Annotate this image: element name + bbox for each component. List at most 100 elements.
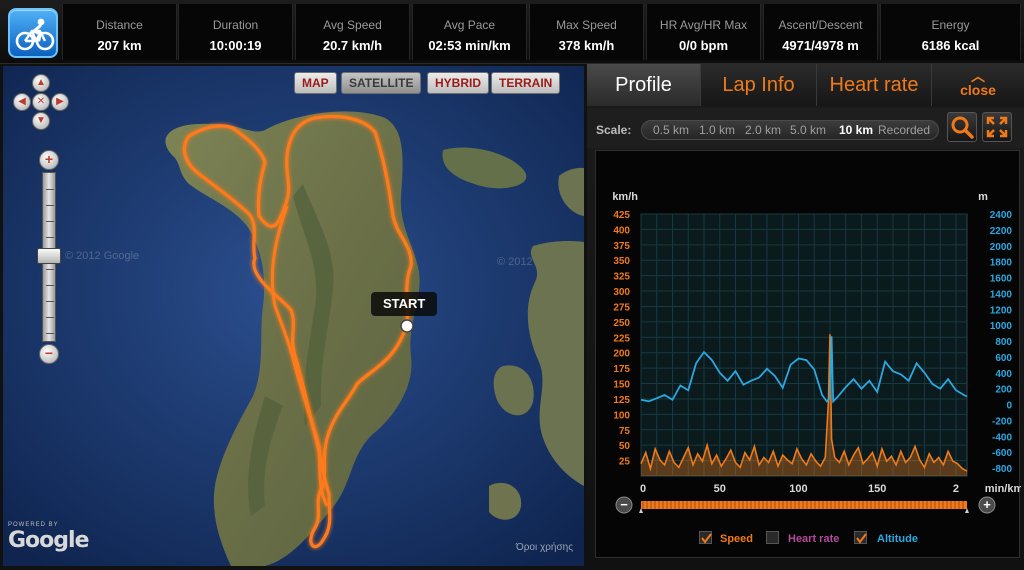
scale-option-recorded[interactable]: Recorded: [878, 123, 930, 137]
left-tick-label: 25: [619, 457, 631, 468]
pan-up-button[interactable]: ▲: [32, 74, 50, 92]
plus-icon: +: [983, 497, 991, 512]
scale-option-1km[interactable]: 1.0 km: [699, 123, 735, 137]
plot-area: [640, 213, 968, 477]
satellite-map-image: [3, 66, 584, 566]
stat-label: Distance: [96, 18, 143, 32]
left-tick-label: 250: [613, 318, 630, 329]
stat-label: Duration: [212, 18, 259, 32]
x-tick-label: 2: [953, 483, 959, 495]
left-tick-label: 100: [613, 410, 630, 421]
start-marker-label: START: [371, 292, 438, 316]
right-tick-label: 200: [995, 385, 1012, 396]
left-tick-label: 225: [613, 333, 630, 344]
left-tick-label: 50: [619, 441, 631, 452]
right-tick-label: -800: [992, 464, 1012, 475]
map-type-satellite-button[interactable]: SATELLITE: [341, 72, 422, 94]
tab-heart-rate[interactable]: Heart rate: [817, 64, 932, 106]
stat-value: 4971/4978 m: [782, 38, 859, 53]
app-window: Distance 207 km Duration 10:00:19 Avg Speed 2…: [0, 0, 1024, 570]
tab-lap-info[interactable]: Lap Info: [701, 64, 817, 106]
zoom-slider-thumb[interactable]: [37, 248, 61, 264]
right-tick-label: 1000: [990, 321, 1013, 332]
pan-center-button[interactable]: ✕: [32, 93, 50, 111]
right-tick-label: 1200: [990, 305, 1013, 316]
legend-altitude: Altitude: [877, 533, 918, 545]
right-tick-label: 2400: [990, 210, 1013, 221]
stat-label: HR Avg/HR Max: [659, 18, 748, 32]
zoom-control: + −: [35, 150, 63, 370]
heart-rate-checkbox[interactable]: [766, 531, 779, 544]
stats-bar: Distance 207 km Duration 10:00:19 Avg Speed 2…: [0, 0, 1024, 64]
profile-chart-svg: km/h m25507510012515017520022525027530032…: [612, 191, 1021, 514]
left-tick-label: 125: [613, 395, 630, 406]
speed-checkbox[interactable]: [699, 531, 712, 544]
scale-label: Scale:: [596, 123, 632, 137]
right-tick-label: 2200: [990, 226, 1013, 237]
left-tick-label: 200: [613, 349, 630, 360]
pan-left-button[interactable]: ◀: [13, 93, 31, 111]
right-tick-label: 0: [1006, 401, 1012, 412]
profile-chart[interactable]: km/h m 25 50 75 100 125 150 175 200 225 250 275 300 32…: [595, 150, 1021, 558]
right-tick-label: 2000: [990, 242, 1013, 253]
stat-duration: Duration 10:00:19: [178, 4, 293, 60]
right-tick-label: -600: [992, 448, 1012, 459]
zoom-out-button[interactable]: −: [39, 344, 59, 364]
stat-value: 20.7 km/h: [322, 38, 383, 53]
route-map[interactable]: MAPSATELLITEHYBRIDTERRAIN ▲ ◀ ✕ ▶ ▼ +: [3, 66, 584, 566]
terms-of-use-link[interactable]: Όροι χρήσης: [516, 542, 573, 553]
fullscreen-icon[interactable]: [982, 112, 1012, 142]
stat-hr-avg-hr-max: HR Avg/HR Max 0/0 bpm: [646, 4, 761, 60]
right-tick-label: 400: [995, 369, 1012, 380]
legend-speed: Speed: [720, 533, 754, 545]
zoom-in-button[interactable]: +: [39, 150, 59, 170]
stat-value: 378 km/h: [558, 38, 615, 53]
stat-value: 6186 kcal: [921, 38, 980, 53]
left-tick-label: 75: [619, 426, 631, 437]
x-tick-label: 100: [789, 483, 807, 495]
stat-value: 207 km: [97, 38, 142, 53]
left-tick-label: 275: [613, 302, 630, 313]
stat-avg-pace: Avg Pace 02:53 min/km: [412, 4, 527, 60]
stat-value: 10:00:19: [209, 38, 262, 53]
cyclist-icon[interactable]: [8, 8, 58, 58]
magnifier-icon[interactable]: [947, 112, 977, 142]
left-tick-label: 325: [613, 272, 630, 283]
stat-ascent-descent: Ascent/Descent 4971/4978 m: [763, 4, 878, 60]
right-tick-label: 800: [995, 337, 1012, 348]
stat-distance: Distance 207 km: [62, 4, 177, 60]
right-tick-label: -200: [992, 416, 1012, 427]
left-tick-label: 175: [613, 364, 630, 375]
scale-option-2km[interactable]: 2.0 km: [745, 123, 781, 137]
scale-option-10km[interactable]: 10 km: [839, 123, 873, 137]
pan-right-button[interactable]: ▶: [51, 93, 69, 111]
stat-energy: Energy 6186 kcal: [880, 4, 1021, 60]
scale-selector-row: Scale: 0.5 km 1.0 km 2.0 km 5.0 km 10 km…: [587, 108, 1024, 148]
map-watermark: © 2012: [497, 256, 533, 268]
right-tick-label: 1400: [990, 289, 1013, 300]
scale-option-0-5km[interactable]: 0.5 km: [653, 123, 689, 137]
scale-option-5km[interactable]: 5.0 km: [790, 123, 826, 137]
stat-label: Ascent/Descent: [778, 18, 863, 32]
pan-down-button[interactable]: ▼: [32, 112, 50, 130]
map-type-map-button[interactable]: MAP: [294, 72, 337, 94]
left-tick-label: 425: [613, 210, 630, 221]
google-logo[interactable]: Google: [8, 528, 89, 553]
stat-label: Avg Pace: [443, 18, 496, 32]
left-axis-unit: km/h: [612, 191, 638, 203]
map-type-hybrid-button[interactable]: HYBRID: [427, 72, 490, 94]
x-axis-unit: min/km: [985, 483, 1021, 495]
stat-label: Energy: [931, 18, 970, 32]
right-tick-label: 600: [995, 353, 1012, 364]
close-button[interactable]: ︿ close: [932, 64, 1024, 106]
x-tick-label: 50: [714, 483, 726, 495]
altitude-checkbox[interactable]: [854, 531, 867, 544]
close-label: close: [960, 82, 996, 98]
map-type-terrain-button[interactable]: TERRAIN: [491, 72, 561, 94]
right-axis-unit: m: [978, 191, 988, 203]
stat-label: Avg Speed: [323, 18, 382, 32]
tab-profile[interactable]: Profile: [587, 64, 701, 106]
left-tick-label: 150: [613, 380, 630, 391]
left-tick-label: 350: [613, 256, 630, 267]
scale-selector: 0.5 km 1.0 km 2.0 km 5.0 km 10 km Record…: [641, 120, 939, 140]
